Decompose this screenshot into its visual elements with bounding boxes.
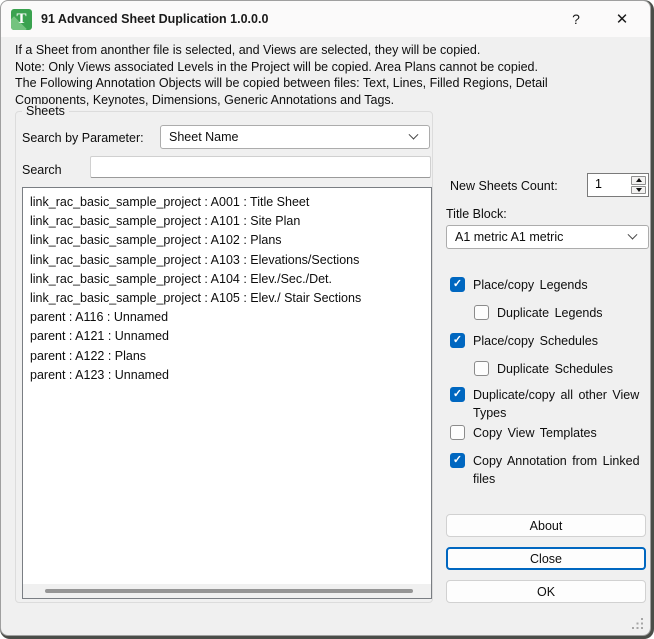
new-sheets-count-stepper[interactable]: 1 xyxy=(587,173,649,197)
checkbox-copy-view-templates[interactable]: ✓ Copy View Templates xyxy=(450,424,597,442)
check-icon: ✓ xyxy=(452,454,463,466)
title-block-combobox-value: A1 metric A1 metric xyxy=(455,230,564,244)
search-by-parameter-label: Search by Parameter: xyxy=(22,131,144,145)
checkbox-label: Duplicate Schedules xyxy=(497,362,613,376)
help-button[interactable]: ? xyxy=(554,1,598,37)
check-icon: ✓ xyxy=(452,334,463,346)
titlebar-buttons: ? ✕ xyxy=(554,1,650,37)
stepper-up-button[interactable] xyxy=(631,176,646,185)
info-line-2: Note: Only Views associated Levels in th… xyxy=(15,59,538,74)
window-title: 91 Advanced Sheet Duplication 1.0.0.0 xyxy=(41,12,269,26)
info-line-3: The Following Annotation Objects will be… xyxy=(15,76,548,91)
check-icon: ✓ xyxy=(452,278,463,290)
list-item[interactable]: parent : A122 : Plans xyxy=(30,347,431,366)
checkbox-label: Place/copy Legends xyxy=(473,278,588,292)
close-window-icon[interactable]: ✕ xyxy=(598,1,646,37)
checkbox-label: Copy Annotation from Linked files xyxy=(473,454,640,486)
info-text: If a Sheet from anonther file is selecte… xyxy=(15,42,641,108)
checkbox-place-copy-schedules[interactable]: ✓ Place/copy Schedules xyxy=(450,332,598,350)
list-item[interactable]: link_rac_basic_sample_project : A103 : E… xyxy=(30,251,431,270)
checkbox-duplicate-schedules[interactable]: ✓ Duplicate Schedules xyxy=(474,360,613,378)
check-icon: ✓ xyxy=(452,388,463,400)
checkbox-label: Place/copy Schedules xyxy=(473,334,598,348)
list-item[interactable]: parent : A116 : Unnamed xyxy=(30,308,431,327)
info-line-1: If a Sheet from anonther file is selecte… xyxy=(15,43,481,57)
new-sheets-count-label: New Sheets Count: xyxy=(450,179,558,193)
checkbox-place-copy-legends[interactable]: ✓ Place/copy Legends xyxy=(450,276,588,294)
stepper-buttons xyxy=(630,175,647,195)
list-item[interactable]: link_rac_basic_sample_project : A104 : E… xyxy=(30,270,431,289)
list-item[interactable]: link_rac_basic_sample_project : A105 : E… xyxy=(30,289,431,308)
checkbox-icon[interactable]: ✓ xyxy=(450,453,465,468)
title-block-label: Title Block: xyxy=(446,207,507,221)
checkbox-label: Duplicate/copy all other View Types xyxy=(473,388,640,420)
checkbox-icon[interactable]: ✓ xyxy=(474,305,489,320)
arrow-up-icon xyxy=(635,178,642,183)
app-logo-letter: T xyxy=(16,10,27,27)
sheets-listbox[interactable]: link_rac_basic_sample_project : A001 : T… xyxy=(22,187,432,599)
sheets-groupbox-label: Sheets xyxy=(22,104,69,118)
app-icon: T xyxy=(11,8,32,30)
parameter-combobox[interactable]: Sheet Name xyxy=(160,125,430,149)
search-input[interactable] xyxy=(90,156,431,178)
checkbox-duplicate-copy-all-other-view-types[interactable]: ✓ Duplicate/copy all other View Types xyxy=(450,386,641,422)
checkbox-icon[interactable]: ✓ xyxy=(450,277,465,292)
horizontal-scrollbar-thumb[interactable] xyxy=(45,589,413,593)
checkbox-icon[interactable]: ✓ xyxy=(474,361,489,376)
parameter-combobox-value: Sheet Name xyxy=(169,130,239,144)
list-item[interactable]: parent : A121 : Unnamed xyxy=(30,327,431,346)
close-button[interactable]: Close xyxy=(446,547,646,570)
title-block-combobox[interactable]: A1 metric A1 metric xyxy=(446,225,649,249)
horizontal-scrollbar[interactable] xyxy=(23,584,431,598)
list-item[interactable]: link_rac_basic_sample_project : A101 : S… xyxy=(30,212,431,231)
list-item[interactable]: link_rac_basic_sample_project : A001 : T… xyxy=(30,193,431,212)
about-button[interactable]: About xyxy=(446,514,646,537)
list-item[interactable]: parent : A123 : Unnamed xyxy=(30,366,431,385)
title-bar[interactable]: T 91 Advanced Sheet Duplication 1.0.0.0 … xyxy=(1,1,650,37)
checkbox-copy-annotation-from-linked-files[interactable]: ✓ Copy Annotation from Linked files xyxy=(450,452,641,488)
checkbox-icon[interactable]: ✓ xyxy=(450,333,465,348)
list-item[interactable]: link_rac_basic_sample_project : A102 : P… xyxy=(30,231,431,250)
window-frame: T 91 Advanced Sheet Duplication 1.0.0.0 … xyxy=(0,0,654,639)
checkbox-icon[interactable]: ✓ xyxy=(450,425,465,440)
search-label: Search xyxy=(22,163,62,177)
checkbox-label: Duplicate Legends xyxy=(497,306,603,320)
checkbox-duplicate-legends[interactable]: ✓ Duplicate Legends xyxy=(474,304,603,322)
checkbox-icon[interactable]: ✓ xyxy=(450,387,465,402)
sheets-groupbox: Sheets Search by Parameter: Sheet Name S… xyxy=(15,104,433,603)
chevron-down-icon xyxy=(627,229,638,240)
stepper-down-button[interactable] xyxy=(631,185,646,194)
arrow-down-icon xyxy=(635,187,642,192)
new-sheets-count-value: 1 xyxy=(595,177,602,191)
info-line-4: Components, Keynotes, Dimensions, Generi… xyxy=(15,92,395,107)
checkbox-label: Copy View Templates xyxy=(473,426,597,440)
dialog-window: T 91 Advanced Sheet Duplication 1.0.0.0 … xyxy=(0,0,651,636)
ok-button[interactable]: OK xyxy=(446,580,646,603)
sheets-list: link_rac_basic_sample_project : A001 : T… xyxy=(23,188,431,385)
chevron-down-icon xyxy=(408,129,419,140)
resize-grip-icon[interactable] xyxy=(631,617,644,630)
